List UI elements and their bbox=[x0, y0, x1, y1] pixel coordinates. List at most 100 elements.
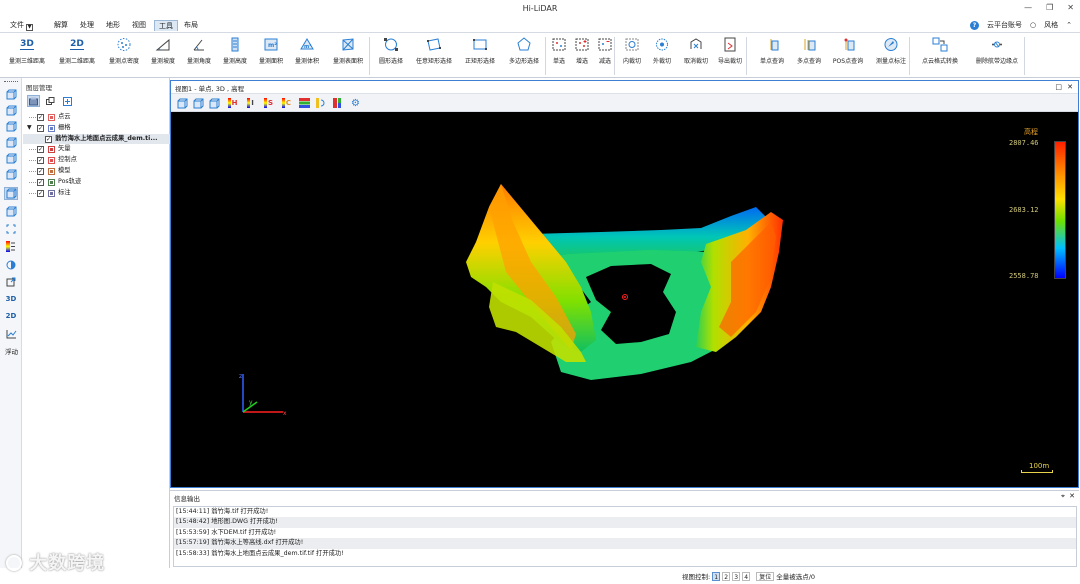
layer-item[interactable]: ✓ Pos轨迹 bbox=[23, 177, 170, 188]
ribbon-button-area[interactable]: m² 量测面积 bbox=[254, 36, 288, 76]
view-page-1[interactable]: 1 bbox=[712, 571, 721, 581]
layer-checkbox[interactable]: ✓ bbox=[37, 167, 44, 175]
point-cloud-canvas[interactable]: z x y 高程 2807.46 2683.12 2558.78 100m bbox=[171, 112, 1078, 487]
ribbon-button-measure-point-label[interactable]: 测量点标注 bbox=[872, 36, 910, 76]
layer-item[interactable]: ✓ 模型 bbox=[23, 166, 170, 177]
intensity-color-icon[interactable]: I bbox=[244, 97, 257, 109]
menu-file[interactable]: 文件 ▼ bbox=[6, 20, 37, 31]
ribbon-button-volume[interactable]: m³ 量测体积 bbox=[290, 36, 324, 76]
menu-solve[interactable]: 解算 bbox=[50, 20, 72, 31]
view-top-icon[interactable] bbox=[4, 152, 18, 165]
view-page-2[interactable]: 2 bbox=[722, 571, 731, 581]
view-right-icon[interactable] bbox=[4, 136, 18, 149]
ribbon-button-delete-edge-points[interactable]: 删除航带边缘点 bbox=[968, 36, 1026, 76]
layer-item[interactable]: ✓ 点云 bbox=[23, 112, 170, 123]
ribbon-button-add-select[interactable]: 增选 bbox=[572, 36, 592, 76]
ribbon-button-pos-point-query[interactable]: POS点查询 bbox=[828, 36, 868, 76]
ribbon-button-cancel-clip[interactable]: 取消裁切 bbox=[680, 36, 712, 76]
ribbon-button-point-density[interactable]: 量测点密度 bbox=[103, 36, 145, 76]
view-page-4[interactable]: 4 bbox=[742, 571, 751, 581]
ribbon-button-angle[interactable]: 量测角度 bbox=[182, 36, 216, 76]
rgb-color-icon[interactable] bbox=[298, 97, 311, 109]
layer-add-icon[interactable] bbox=[61, 95, 74, 107]
style-menu[interactable]: 风格 bbox=[1044, 20, 1058, 30]
ribbon-button-multi-point-query[interactable]: 多点查询 bbox=[792, 36, 826, 76]
layer-item[interactable]: ✓ 控制点 bbox=[23, 155, 170, 166]
elevation-color-icon[interactable]: H bbox=[226, 97, 239, 109]
reset-button[interactable]: 复位 bbox=[756, 571, 775, 581]
minimize-icon[interactable]: — bbox=[1024, 3, 1032, 12]
view-layout-icon[interactable] bbox=[4, 187, 18, 200]
ribbon-button-export-clip[interactable]: 导出裁切 bbox=[714, 36, 746, 76]
layer-view-icon[interactable] bbox=[27, 95, 40, 107]
raster-layer-icon bbox=[48, 124, 55, 132]
expand-arrow-icon[interactable]: ▼ bbox=[27, 123, 32, 134]
contrast-icon[interactable] bbox=[4, 258, 18, 271]
layer-checkbox[interactable]: ✓ bbox=[37, 146, 44, 154]
ribbon-button-height[interactable]: 量测高度 bbox=[218, 36, 252, 76]
export-icon[interactable] bbox=[4, 275, 18, 288]
ribbon-button-slope[interactable]: 量测坡度 bbox=[146, 36, 180, 76]
profile-chart-icon[interactable] bbox=[4, 327, 18, 340]
settings-gear-icon[interactable]: ⚙ bbox=[349, 97, 362, 109]
ribbon-button-single-point-query[interactable]: 单点查询 bbox=[754, 36, 790, 76]
classification-color-icon[interactable]: C bbox=[280, 97, 293, 109]
ribbon-button-subtract-select[interactable]: 减选 bbox=[594, 36, 616, 76]
menu-layout[interactable]: 布局 bbox=[180, 20, 202, 31]
layer-checkbox[interactable]: ✓ bbox=[45, 135, 52, 143]
ribbon-button-3d-text[interactable]: 3D 量测三维距离 bbox=[2, 36, 52, 76]
ribbon-button-format-convert[interactable]: 点云格式转换 bbox=[916, 36, 964, 76]
layer-item[interactable]: ▼ ✓ 栅格 bbox=[23, 123, 170, 134]
menu-process[interactable]: 处理 bbox=[76, 20, 98, 31]
close-info-icon[interactable]: ✕ bbox=[1069, 492, 1075, 500]
ribbon-button-circle-select[interactable]: 圆形选择 bbox=[374, 36, 408, 76]
menu-tools[interactable]: 工具 bbox=[154, 20, 178, 31]
help-icon[interactable]: ? bbox=[970, 20, 980, 30]
close-view-icon[interactable]: ✕ bbox=[1067, 83, 1073, 91]
view-bottom-icon[interactable] bbox=[4, 168, 18, 181]
ribbon-collapse-icon[interactable]: ⌃ bbox=[1066, 21, 1072, 29]
view-cube-front-icon[interactable] bbox=[176, 97, 189, 109]
view-cube-back-icon[interactable] bbox=[192, 97, 205, 109]
mode-2d-icon[interactable]: 2D bbox=[4, 309, 18, 322]
return-color-icon[interactable] bbox=[315, 97, 328, 109]
mode-3d-icon[interactable]: 3D bbox=[4, 292, 18, 305]
cloud-account-link[interactable]: 云平台账号 bbox=[987, 20, 1022, 30]
ribbon-button-free-rect-select[interactable]: 任意矩形选择 bbox=[411, 36, 457, 76]
layer-item[interactable]: ✓ 标注 bbox=[23, 188, 170, 199]
zoom-extent-icon[interactable] bbox=[4, 222, 18, 235]
ribbon-separator bbox=[545, 37, 546, 75]
view-left-icon[interactable] bbox=[4, 120, 18, 133]
view-2d-map-icon[interactable] bbox=[4, 205, 18, 218]
layer-checkbox[interactable]: ✓ bbox=[37, 157, 44, 165]
restore-icon[interactable]: ❐ bbox=[1046, 3, 1053, 12]
gradient-settings-icon[interactable] bbox=[332, 97, 345, 109]
menu-view[interactable]: 视图 bbox=[128, 20, 150, 31]
ribbon-button-polygon-select[interactable]: 多边形选择 bbox=[503, 36, 545, 76]
layer-checkbox[interactable]: ✓ bbox=[37, 189, 44, 197]
view-cube-side-icon[interactable] bbox=[208, 97, 221, 109]
layer-item[interactable]: ✓ 翁竹海水上地面点云成果_dem.ti... bbox=[23, 133, 170, 145]
view-front-icon[interactable] bbox=[4, 88, 18, 101]
layer-item[interactable]: ✓ 矢量 bbox=[23, 144, 170, 155]
layer-checkbox[interactable]: ✓ bbox=[37, 114, 44, 121]
ribbon-button-outer-clip[interactable]: 外裁切 bbox=[648, 36, 676, 76]
float-toggle[interactable]: 浮动 bbox=[5, 346, 18, 356]
maximize-view-icon[interactable]: □ bbox=[1055, 83, 1062, 91]
ribbon-button-2d-text[interactable]: 2D 量测二维距离 bbox=[53, 36, 101, 76]
ribbon-button-single-select[interactable]: 单选 bbox=[548, 36, 570, 76]
view-page-3[interactable]: 3 bbox=[732, 571, 741, 581]
ribbon-button-surface-area[interactable]: 量测表面积 bbox=[326, 36, 370, 76]
menu-terrain[interactable]: 地形 bbox=[102, 20, 124, 31]
multi-point-query-icon bbox=[800, 36, 818, 53]
layer-copy-icon[interactable] bbox=[44, 95, 57, 107]
color-legend-icon[interactable] bbox=[4, 240, 18, 253]
close-icon[interactable]: ✕ bbox=[1067, 3, 1074, 12]
ribbon-button-inner-clip[interactable]: 内裁切 bbox=[619, 36, 645, 76]
ribbon-button-rect-select[interactable]: 正矩形选择 bbox=[460, 36, 500, 76]
layer-checkbox[interactable]: ✓ bbox=[37, 178, 44, 186]
view-back-icon[interactable] bbox=[4, 104, 18, 117]
pin-icon[interactable]: ⌖ bbox=[1061, 492, 1065, 501]
single-color-icon[interactable]: S bbox=[262, 97, 275, 109]
layer-checkbox[interactable]: ✓ bbox=[37, 124, 44, 132]
